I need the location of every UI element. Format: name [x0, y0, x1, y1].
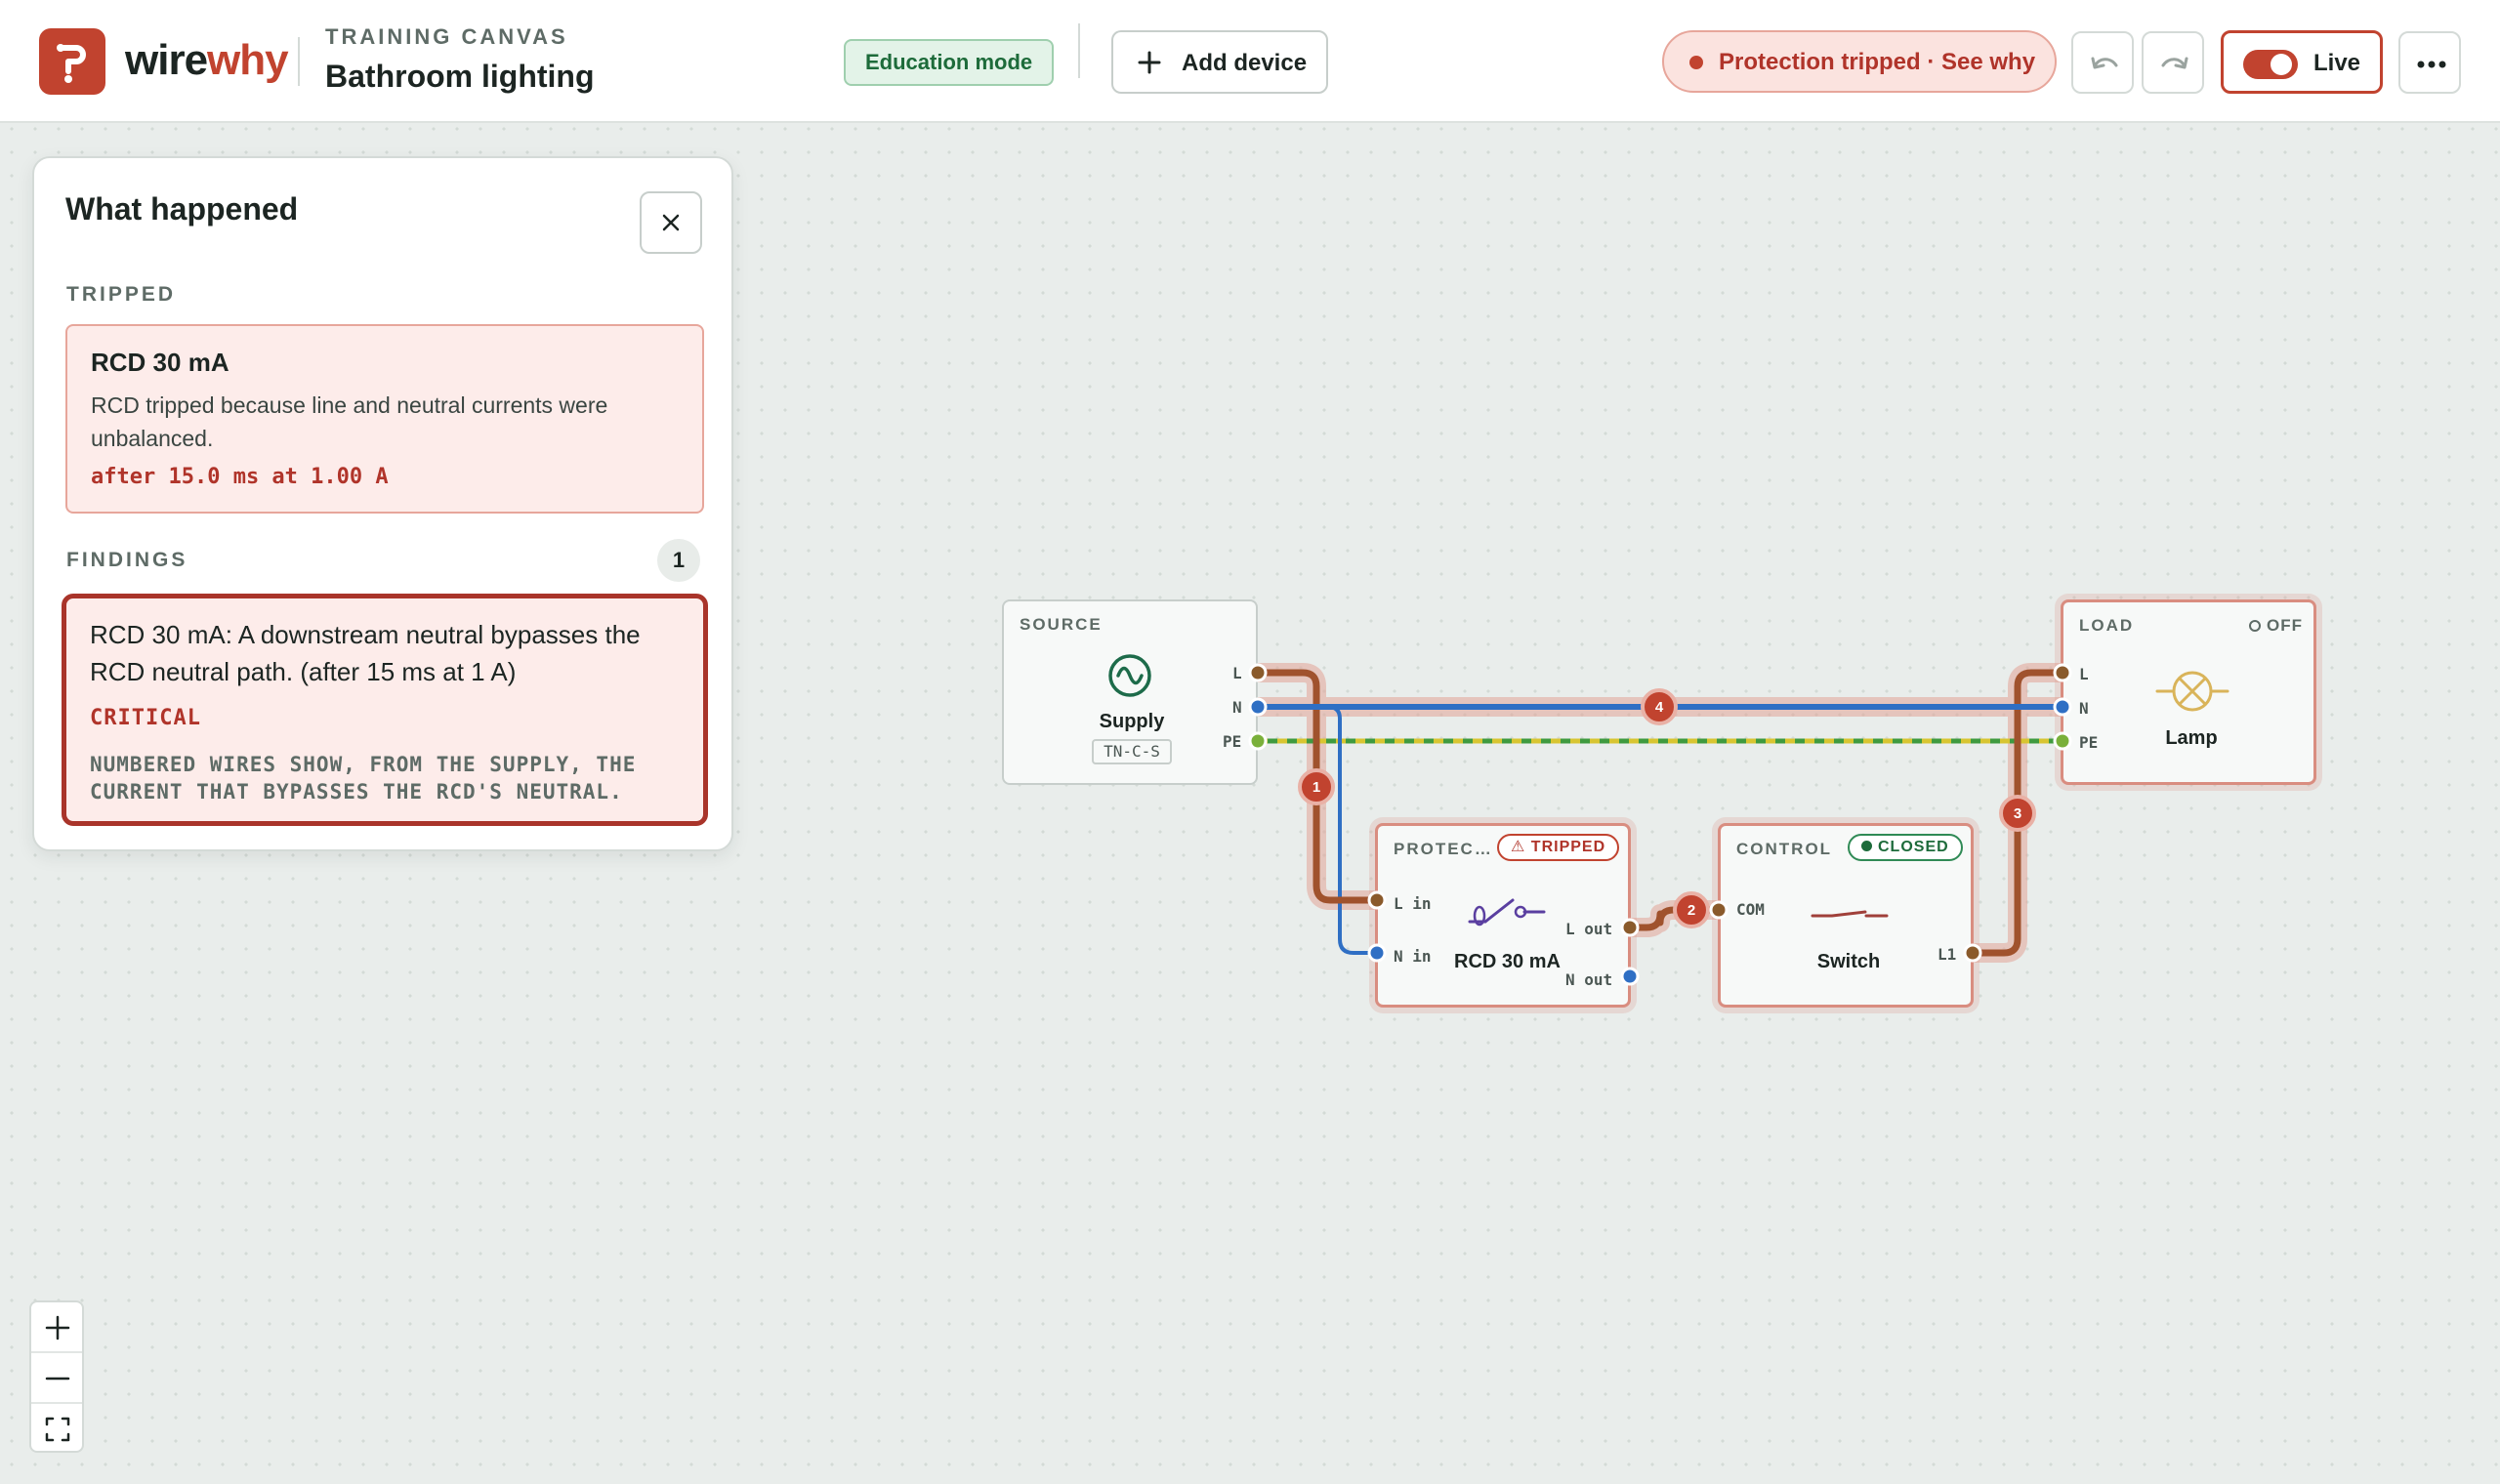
svg-text:2: 2	[1688, 902, 1695, 919]
device-category: LOAD	[2079, 616, 2135, 635]
port-label-pe: PE	[2079, 733, 2099, 752]
findings-count-badge: 1	[657, 539, 700, 582]
off-badge: OFF	[2249, 616, 2303, 636]
panel-title: What happened	[65, 191, 299, 227]
zoom-in-button[interactable]	[31, 1302, 82, 1351]
svg-text:3: 3	[2014, 805, 2021, 822]
zoom-controls	[29, 1300, 84, 1453]
port-label-n: N	[1232, 698, 1242, 717]
port-label-l-in: L in	[1394, 894, 1432, 913]
finding-text: RCD 30 mA: A downstream neutral bypasses…	[90, 620, 641, 686]
wire-marker-3: 3	[1999, 795, 2036, 832]
port-label-l: L	[1232, 664, 1242, 682]
wire-marker-2: 2	[1673, 891, 1710, 928]
source-device[interactable]: SOURCE Supply TN-C-S L N PE	[1002, 599, 1258, 785]
device-category: CONTROL	[1736, 840, 1833, 858]
lamp-icon	[2155, 671, 2229, 712]
tripped-card[interactable]: RCD 30 mA RCD tripped because line and n…	[65, 324, 704, 514]
tripped-metric: after 15.0 ms at 1.00 A	[91, 465, 389, 489]
tripped-description: RCD tripped because line and neutral cur…	[91, 392, 608, 451]
wire-marker-4: 4	[1641, 688, 1678, 725]
earthing-system-tag: TN-C-S	[1092, 739, 1172, 764]
tripped-device: RCD 30 mA	[91, 348, 229, 377]
svg-text:1: 1	[1312, 779, 1320, 796]
switch-icon	[1811, 910, 1889, 918]
wire-marker-1: 1	[1298, 768, 1335, 805]
zoom-out-button[interactable]	[31, 1353, 82, 1402]
port-label-l: L	[2079, 665, 2089, 683]
fit-screen-icon	[45, 1417, 70, 1442]
rcd-device[interactable]: PROTEC… ⚠ TRIPPED RCD 30 mA L in N in L …	[1375, 823, 1631, 1008]
port-label-n-in: N in	[1394, 947, 1432, 966]
device-category: SOURCE	[1020, 615, 1103, 634]
tripped-heading: TRIPPED	[66, 283, 177, 306]
closed-badge: CLOSED	[1848, 834, 1963, 861]
port-label-n-out: N out	[1565, 970, 1613, 989]
finding-note: NUMBERED WIRES SHOW, FROM THE SUPPLY, TH…	[90, 753, 637, 804]
findings-heading: FINDINGS	[66, 549, 188, 571]
svg-text:4: 4	[1655, 699, 1664, 716]
device-name: Supply	[1099, 711, 1165, 732]
device-category: PROTEC…	[1394, 840, 1493, 858]
close-icon	[662, 214, 680, 231]
what-happened-panel: What happened TRIPPED RCD 30 mA RCD trip…	[32, 156, 733, 851]
device-name: Lamp	[2165, 727, 2218, 749]
finding-card[interactable]: RCD 30 mA: A downstream neutral bypasses…	[62, 594, 708, 826]
device-name: RCD 30 mA	[1454, 951, 1561, 972]
rcd-icon	[1468, 898, 1546, 927]
zoom-out-icon	[45, 1377, 70, 1381]
fit-screen-button[interactable]	[31, 1404, 82, 1453]
port-label-n: N	[2079, 699, 2089, 718]
port-label-l-out: L out	[1565, 920, 1613, 938]
port-label-com: COM	[1736, 900, 1765, 919]
ac-source-icon	[1108, 654, 1151, 697]
port-label-pe: PE	[1223, 732, 1242, 751]
lamp-device[interactable]: LOAD OFF Lamp L N PE	[2061, 599, 2316, 785]
switch-device[interactable]: CONTROL CLOSED Switch COM L1	[1718, 823, 1974, 1008]
tripped-badge: ⚠ TRIPPED	[1497, 834, 1620, 861]
zoom-in-icon	[45, 1315, 70, 1340]
close-panel-button[interactable]	[640, 191, 702, 254]
port-label-l1: L1	[1938, 945, 1957, 964]
severity-label: CRITICAL	[90, 706, 201, 730]
